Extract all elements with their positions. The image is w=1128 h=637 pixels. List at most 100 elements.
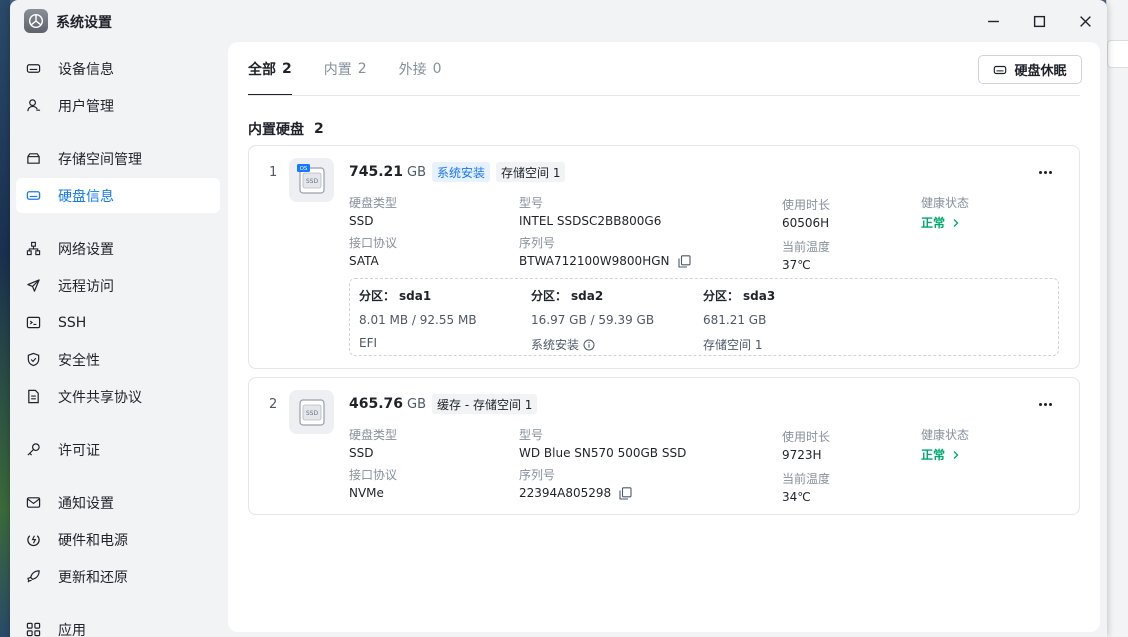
svg-text:SSD: SSD bbox=[305, 410, 318, 417]
field-label: 序列号 bbox=[519, 468, 556, 482]
field-label: 型号 bbox=[519, 196, 544, 210]
capacity-unit: GB bbox=[407, 397, 427, 412]
field-value: 37℃ bbox=[782, 258, 811, 272]
key-icon bbox=[26, 442, 48, 458]
sidebar-item-hardware-power[interactable]: 硬件和电源 bbox=[16, 522, 220, 557]
copy-icon[interactable] bbox=[619, 486, 632, 500]
sidebar-item-label: 应用 bbox=[58, 622, 86, 637]
field-value: 9723H bbox=[782, 448, 822, 462]
copy-icon[interactable] bbox=[677, 254, 691, 268]
field-label: 使用时长 bbox=[782, 198, 831, 212]
sidebar-item-storage[interactable]: 存储空间管理 bbox=[16, 141, 220, 176]
tab-count: 0 bbox=[432, 61, 442, 77]
sidebar-item-label: 通知设置 bbox=[58, 495, 114, 512]
sidebar-item-label: 硬件和电源 bbox=[58, 532, 128, 549]
minimize-button[interactable] bbox=[979, 8, 1007, 34]
model-field: 型号 INTEL SSDSC2BB800G6 bbox=[519, 194, 661, 228]
svg-text:OS: OS bbox=[299, 166, 307, 172]
window-title: 系统设置 bbox=[56, 15, 112, 31]
sidebar-item-label: 用户管理 bbox=[58, 98, 114, 115]
temperature-field: 当前温度 37℃ bbox=[782, 238, 830, 272]
sidebar-item-label: 网络设置 bbox=[58, 241, 114, 258]
tab-label: 内置 bbox=[323, 62, 352, 78]
sidebar-item-users[interactable]: 用户管理 bbox=[16, 88, 220, 123]
field-label: 接口协议 bbox=[349, 468, 398, 482]
sidebar: 设备信息 用户管理 存储空间管理 硬盘信息 网络设置 远程访问 SSH 安全性 bbox=[10, 42, 228, 637]
apps-icon bbox=[26, 622, 48, 637]
title-bar: 系统设置 bbox=[10, 0, 1107, 42]
sidebar-item-label: 安全性 bbox=[58, 352, 100, 369]
sidebar-item-remote-access[interactable]: 远程访问 bbox=[16, 268, 220, 303]
health-status-link[interactable]: 正常 bbox=[921, 446, 969, 463]
field-label: 使用时长 bbox=[782, 430, 831, 444]
interface-field: 接口协议 NVMe bbox=[349, 466, 397, 500]
close-button[interactable] bbox=[1071, 8, 1099, 34]
sidebar-item-update-restore[interactable]: 更新和还原 bbox=[16, 559, 220, 594]
chevron-right-icon bbox=[953, 450, 959, 459]
send-icon bbox=[26, 278, 48, 294]
health-field: 健康状态 正常 bbox=[921, 426, 969, 463]
disk-card: 1 SSD OS 745.21 GB 系统安装 存储空间 1 硬盘类型 SSD bbox=[248, 145, 1080, 369]
sidebar-item-label: 存储空间管理 bbox=[58, 151, 142, 168]
serial-field: 序列号 BTWA712100W9800HGN bbox=[519, 234, 691, 268]
tab-all[interactable]: 全部 2 bbox=[248, 42, 292, 96]
disk-index: 2 bbox=[269, 397, 278, 412]
sidebar-item-file-sharing[interactable]: 文件共享协议 bbox=[16, 379, 220, 414]
cache-tag: 缓存 - 存储空间 1 bbox=[432, 394, 538, 414]
field-label: 序列号 bbox=[519, 236, 556, 250]
sidebar-item-label: 硬盘信息 bbox=[58, 188, 114, 205]
field-label: 型号 bbox=[519, 428, 544, 442]
tab-external[interactable]: 外接 0 bbox=[399, 42, 442, 96]
capacity-value: 465.76 bbox=[349, 396, 404, 412]
disk-icon bbox=[994, 65, 1007, 74]
ssd-icon: SSD OS bbox=[289, 158, 334, 202]
settings-app-icon bbox=[24, 9, 48, 33]
field-label: 健康状态 bbox=[921, 196, 970, 210]
partition-name: sda3 bbox=[743, 289, 776, 303]
sidebar-item-network[interactable]: 网络设置 bbox=[16, 231, 220, 266]
settings-window: 系统设置 设备信息 用户管理 存储空间管理 硬盘信息 网络设置 远程访问 SSH… bbox=[10, 0, 1107, 637]
health-field: 健康状态 正常 bbox=[921, 194, 969, 231]
sidebar-item-label: 许可证 bbox=[58, 442, 100, 459]
tab-internal[interactable]: 内置 2 bbox=[324, 42, 367, 96]
field-value: 34℃ bbox=[782, 490, 811, 504]
sidebar-item-security[interactable]: 安全性 bbox=[16, 342, 220, 377]
rocket-icon bbox=[26, 569, 48, 585]
partition-name: sda1 bbox=[399, 289, 432, 303]
sidebar-item-label: 设备信息 bbox=[58, 61, 114, 78]
sidebar-item-disk-info[interactable]: 硬盘信息 bbox=[16, 178, 220, 213]
tab-bar: 全部 2 内置 2 外接 0 bbox=[248, 42, 474, 96]
sidebar-item-ssh[interactable]: SSH bbox=[16, 305, 220, 340]
sidebar-item-device-info[interactable]: 设备信息 bbox=[16, 51, 220, 86]
temperature-field: 当前温度 34℃ bbox=[782, 470, 830, 504]
partition-usage: 存储空间 1 bbox=[703, 338, 763, 352]
section-title-text: 内置硬盘 bbox=[248, 122, 304, 138]
partition-list: 分区： sda1 8.01 MB / 92.55 MB EFI 分区： sda2 1… bbox=[349, 278, 1059, 356]
field-value: BTWA712100W9800HGN bbox=[519, 254, 670, 268]
partition-item: 分区： sda3 681.21 GB 存储空间 1 bbox=[703, 287, 775, 353]
chevron-right-icon bbox=[953, 218, 959, 227]
more-options-button[interactable] bbox=[1035, 394, 1055, 414]
usage-time-field: 使用时长 60506H bbox=[782, 196, 830, 230]
maximize-button[interactable] bbox=[1025, 8, 1053, 34]
partition-label: 分区： bbox=[359, 289, 396, 303]
health-status-link[interactable]: 正常 bbox=[921, 214, 969, 231]
partition-size: 8.01 MB / 92.55 MB bbox=[359, 313, 477, 327]
field-label: 硬盘类型 bbox=[349, 428, 398, 442]
health-value: 正常 bbox=[921, 448, 946, 462]
sidebar-item-license[interactable]: 许可证 bbox=[16, 432, 220, 467]
capacity-value: 745.21 bbox=[349, 164, 404, 180]
sidebar-item-apps[interactable]: 应用 bbox=[16, 612, 220, 637]
disk-type-field: 硬盘类型 SSD bbox=[349, 194, 397, 228]
more-options-button[interactable] bbox=[1035, 162, 1055, 182]
sidebar-item-label: SSH bbox=[58, 314, 87, 331]
info-icon[interactable] bbox=[583, 339, 595, 351]
sidebar-item-label: 文件共享协议 bbox=[58, 389, 142, 406]
disk-type-field: 硬盘类型 SSD bbox=[349, 426, 397, 460]
field-label: 当前温度 bbox=[782, 472, 831, 486]
disk-sleep-button[interactable]: 硬盘休眠 bbox=[978, 55, 1082, 84]
partition-label: 分区： bbox=[531, 289, 568, 303]
shield-icon bbox=[26, 352, 48, 368]
sidebar-item-notifications[interactable]: 通知设置 bbox=[16, 485, 220, 520]
background-window bbox=[1106, 0, 1128, 637]
